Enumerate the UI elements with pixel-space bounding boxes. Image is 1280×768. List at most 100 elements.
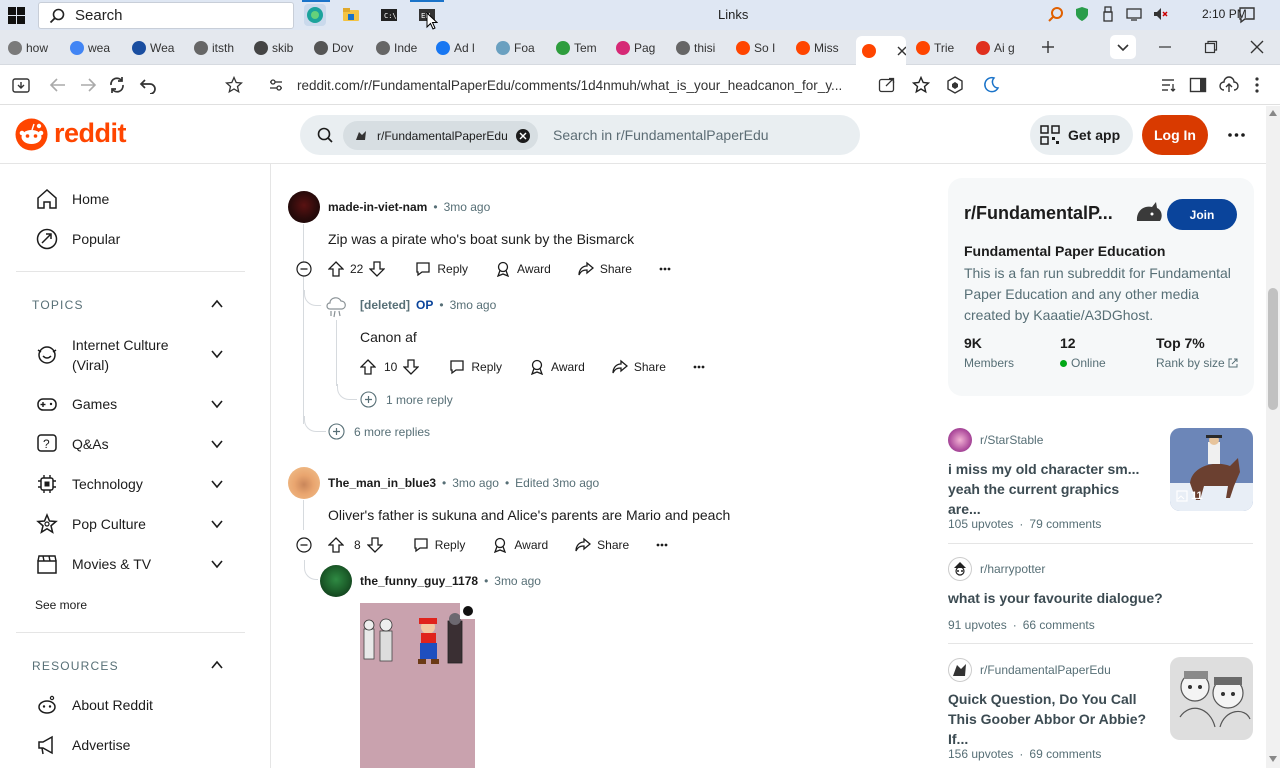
- comment-more-icon[interactable]: [656, 543, 668, 547]
- browser-tab[interactable]: Pag: [616, 36, 672, 60]
- collapse-icon[interactable]: [296, 261, 312, 277]
- extension-icon[interactable]: [946, 76, 964, 94]
- reply-button[interactable]: Reply: [449, 359, 502, 375]
- reply-button[interactable]: Reply: [413, 537, 465, 553]
- browser-tab[interactable]: Trie: [916, 36, 972, 60]
- see-more-link[interactable]: See more: [35, 598, 87, 612]
- chevron-down-icon[interactable]: [210, 517, 224, 531]
- related-post-sub[interactable]: r/StarStable: [948, 428, 1043, 452]
- comment-time[interactable]: 3mo ago: [494, 574, 541, 588]
- url-field[interactable]: reddit.com/r/FundamentalPaperEdu/comment…: [297, 78, 862, 93]
- add-favorite-icon[interactable]: [912, 76, 930, 94]
- related-thumbnail[interactable]: 11: [1170, 428, 1253, 511]
- back-icon[interactable]: [49, 77, 67, 93]
- close-tab-icon[interactable]: [896, 45, 906, 57]
- forward-icon[interactable]: [79, 77, 97, 93]
- tray-app-icon[interactable]: [1048, 6, 1064, 22]
- share-button[interactable]: Share: [578, 261, 632, 277]
- open-in-app-icon[interactable]: [878, 76, 896, 94]
- new-tab-icon[interactable]: [1040, 39, 1056, 55]
- undo-icon[interactable]: [139, 76, 157, 94]
- comment-time[interactable]: 3mo ago: [450, 298, 497, 312]
- award-button[interactable]: Award: [529, 359, 585, 375]
- related-post-title[interactable]: what is your favourite dialogue?: [948, 588, 1228, 608]
- reddit-wordmark[interactable]: reddit: [54, 118, 127, 149]
- browser-tab[interactable]: Foa: [496, 36, 552, 60]
- scrollbar-thumb[interactable]: [1268, 288, 1278, 410]
- browser-tab[interactable]: Ai g: [976, 36, 1032, 60]
- login-button[interactable]: Log In: [1142, 115, 1208, 155]
- scroll-down-icon[interactable]: [1269, 756, 1277, 762]
- comment-more-icon[interactable]: [693, 365, 705, 369]
- chevron-down-icon[interactable]: [210, 477, 224, 491]
- downvote-icon[interactable]: [403, 359, 420, 375]
- close-window-icon[interactable]: [1250, 40, 1264, 54]
- resource-about-reddit[interactable]: About Reddit: [36, 694, 153, 716]
- thread-line[interactable]: [303, 224, 304, 424]
- more-replies-button[interactable]: 1 more reply: [360, 391, 453, 408]
- topic-qas[interactable]: ? Q&As: [36, 433, 109, 455]
- browser-menu-icon[interactable]: [1252, 76, 1262, 94]
- topic-internet-culture[interactable]: Internet Culture (Viral): [36, 335, 182, 375]
- comment-image[interactable]: [360, 603, 475, 768]
- browser-tab[interactable]: Tem: [556, 36, 612, 60]
- dark-mode-icon[interactable]: [982, 76, 1000, 94]
- rank-link[interactable]: Rank by size: [1156, 356, 1238, 370]
- site-info-icon[interactable]: [268, 77, 284, 93]
- upvote-icon[interactable]: [360, 359, 376, 375]
- more-options-icon[interactable]: [1228, 133, 1245, 137]
- share-button[interactable]: Share: [575, 537, 629, 553]
- file-explorer-icon[interactable]: [340, 4, 362, 26]
- subreddit-name[interactable]: r/FundamentalP...: [964, 203, 1113, 224]
- nav-popular[interactable]: Popular: [36, 228, 120, 250]
- edge-app-icon[interactable]: [304, 4, 326, 26]
- topic-movies-tv[interactable]: Movies & TV: [36, 553, 151, 575]
- usb-icon[interactable]: [1100, 6, 1116, 22]
- network-icon[interactable]: [1126, 6, 1142, 22]
- comment-time[interactable]: 3mo ago: [452, 476, 499, 490]
- downvote-icon[interactable]: [366, 537, 383, 553]
- downvote-icon[interactable]: [369, 261, 386, 277]
- scroll-up-icon[interactable]: [1269, 110, 1277, 116]
- related-post-sub[interactable]: r/FundamentalPaperEdu: [948, 658, 1111, 682]
- upvote-icon[interactable]: [328, 537, 344, 553]
- thread-line[interactable]: [336, 320, 337, 386]
- join-button[interactable]: Join: [1167, 199, 1237, 230]
- browser-tab[interactable]: Miss: [796, 36, 852, 60]
- browser-tab[interactable]: thisi: [676, 36, 732, 60]
- subreddit-search-chip[interactable]: r/FundamentalPaperEdu: [343, 121, 538, 150]
- screenshot-icon[interactable]: [12, 76, 30, 94]
- collapse-icon[interactable]: [296, 537, 312, 553]
- chevron-down-icon[interactable]: [210, 437, 224, 451]
- windows-start-icon[interactable]: [8, 7, 25, 24]
- browser-tab[interactable]: Inde: [376, 36, 432, 60]
- split-screen-icon[interactable]: [1189, 76, 1207, 94]
- browser-tab[interactable]: itsth: [194, 36, 250, 60]
- nav-home[interactable]: Home: [36, 188, 109, 210]
- browser-tab[interactable]: how: [8, 36, 64, 60]
- more-replies-button[interactable]: 6 more replies: [328, 423, 430, 440]
- topic-games[interactable]: Games: [36, 393, 117, 415]
- volume-muted-icon[interactable]: [1152, 6, 1168, 22]
- get-app-button[interactable]: Get app: [1030, 115, 1133, 155]
- browser-tab[interactable]: [856, 36, 906, 65]
- favorite-star-icon[interactable]: [225, 76, 243, 94]
- chevron-down-icon[interactable]: [210, 397, 224, 411]
- notifications-icon[interactable]: [1238, 6, 1256, 24]
- related-thumbnail[interactable]: [1170, 657, 1253, 740]
- avatar[interactable]: [288, 467, 320, 499]
- resources-heading[interactable]: RESOURCES: [32, 659, 119, 673]
- browser-tab[interactable]: Ad l: [436, 36, 492, 60]
- comment-author[interactable]: The_man_in_blue3: [328, 476, 436, 490]
- topic-pop-culture[interactable]: Pop Culture: [36, 513, 146, 535]
- avatar[interactable]: [288, 191, 320, 223]
- comment-author[interactable]: the_funny_guy_1178: [360, 574, 478, 588]
- search-input[interactable]: Search in r/FundamentalPaperEdu: [553, 127, 769, 143]
- chip-clear-icon[interactable]: [515, 128, 530, 143]
- resource-advertise[interactable]: Advertise: [36, 734, 130, 756]
- minimize-icon[interactable]: [1158, 40, 1172, 54]
- browser-tab[interactable]: Wea: [132, 36, 188, 60]
- reddit-logo-icon[interactable]: [15, 118, 48, 151]
- reading-list-icon[interactable]: [1160, 76, 1178, 94]
- related-post-title[interactable]: Quick Question, Do You Call This Goober …: [948, 689, 1163, 749]
